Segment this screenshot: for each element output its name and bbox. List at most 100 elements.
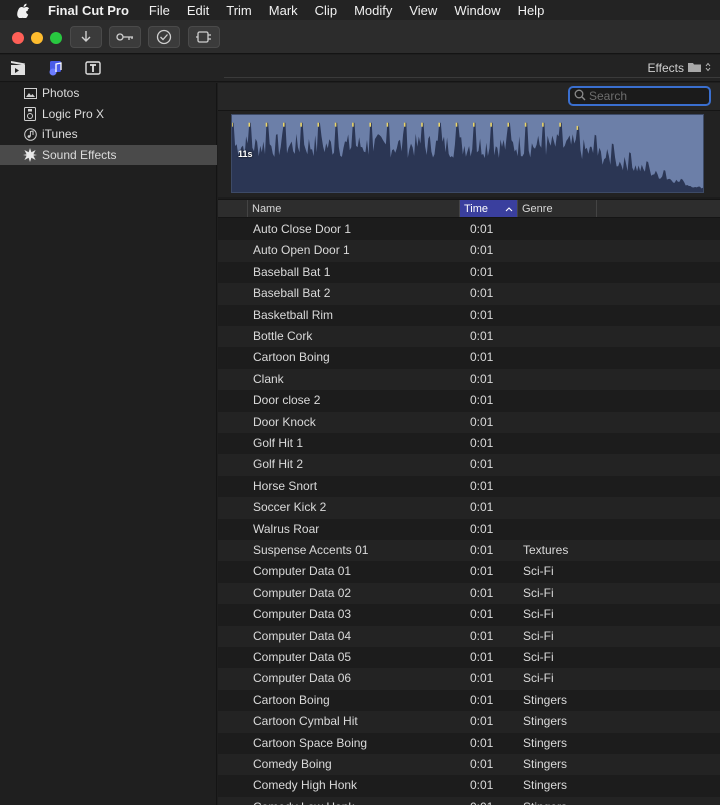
keyword-editor-button[interactable] <box>109 26 141 48</box>
search-field[interactable] <box>568 86 711 106</box>
sidebar-item-logic-pro-x[interactable]: Logic Pro X <box>0 104 217 124</box>
table-row[interactable]: Golf Hit 1 0:01 <box>218 433 720 454</box>
row-name: Cartoon Boing <box>253 350 330 365</box>
table-row[interactable]: Computer Data 03 0:01 Sci-Fi <box>218 604 720 625</box>
menu-modify[interactable]: Modify <box>346 3 401 18</box>
row-time: 0:01 <box>470 564 494 579</box>
close-window-button[interactable] <box>12 32 24 44</box>
column-header-genre-label: Genre <box>522 202 553 215</box>
menu-file[interactable]: File <box>141 3 179 18</box>
column-header-name[interactable]: Name <box>247 200 460 217</box>
table-row[interactable]: Suspense Accents 01 0:01 Textures <box>218 540 720 562</box>
column-header-time[interactable]: Time <box>460 200 518 217</box>
sidebar-item-sound-effects[interactable]: Sound Effects <box>0 144 217 165</box>
table-row[interactable]: Comedy High Honk 0:01 Stingers <box>218 775 720 796</box>
table-row[interactable]: Computer Data 06 0:01 Sci-Fi <box>218 668 720 690</box>
table-row[interactable]: Auto Open Door 1 0:01 <box>218 240 720 262</box>
table-row[interactable]: Door Knock 0:01 <box>218 411 720 433</box>
apple-menu-icon[interactable] <box>0 3 46 18</box>
sidebar-item-label: Sound Effects <box>42 147 117 162</box>
import-icon <box>80 30 92 44</box>
row-time: 0:01 <box>470 264 494 279</box>
row-genre: Stingers <box>523 757 568 771</box>
row-time: 0:01 <box>470 307 494 322</box>
sidebar-item-itunes[interactable]: iTunes <box>0 124 217 144</box>
row-time: 0:01 <box>470 457 494 472</box>
sound-effects-icon <box>23 147 37 162</box>
table-row[interactable]: Cartoon Boing 0:01 <box>218 347 720 368</box>
row-time: 0:01 <box>470 243 494 258</box>
table-row[interactable]: Golf Hit 2 0:01 <box>218 454 720 476</box>
table-row[interactable]: Comedy Low Honk 0:01 Stingers <box>218 796 720 805</box>
zoom-window-button[interactable] <box>50 32 62 44</box>
row-time: 0:01 <box>470 393 494 408</box>
table-row[interactable]: Soccer Kick 2 0:01 <box>218 497 720 519</box>
row-time: 0:01 <box>470 650 494 664</box>
audio-waveform[interactable]: 11s <box>231 114 704 193</box>
column-header-genre[interactable]: Genre <box>518 200 597 217</box>
share-button[interactable] <box>188 26 220 48</box>
menu-edit[interactable]: Edit <box>179 3 218 18</box>
row-name: Door Knock <box>253 414 316 429</box>
menu-view[interactable]: View <box>401 3 446 18</box>
waveform-peak <box>438 122 440 127</box>
row-time: 0:01 <box>470 371 494 386</box>
row-name: Comedy Low Honk <box>253 800 354 805</box>
row-genre: Stingers <box>523 714 568 729</box>
row-time: 0:01 <box>470 671 494 686</box>
table-row[interactable]: Computer Data 02 0:01 Sci-Fi <box>218 582 720 605</box>
row-time: 0:01 <box>470 436 494 450</box>
table-row[interactable]: Basketball Rim 0:01 <box>218 305 720 326</box>
menu-trim[interactable]: Trim <box>218 3 261 18</box>
row-name: Computer Data 06 <box>253 671 352 686</box>
libraries-icon[interactable] <box>8 59 28 77</box>
table-row[interactable]: Comedy Boing 0:01 Stingers <box>218 754 720 776</box>
minimize-window-button[interactable] <box>31 32 43 44</box>
search-bar <box>218 83 720 111</box>
photos-audio-icon[interactable] <box>46 59 66 77</box>
menu-clip[interactable]: Clip <box>307 3 346 18</box>
waveform-peak <box>507 122 510 127</box>
table-row[interactable]: Clank 0:01 <box>218 368 720 391</box>
waveform-fill <box>232 122 703 192</box>
table-row[interactable]: Door close 2 0:01 <box>218 390 720 411</box>
menu-window[interactable]: Window <box>446 3 509 18</box>
table-row[interactable]: Cartoon Space Boing 0:01 Stingers <box>218 733 720 754</box>
table-row[interactable]: Walrus Roar 0:01 <box>218 519 720 540</box>
table-row[interactable]: Cartoon Boing 0:01 Stingers <box>218 690 720 711</box>
table-row[interactable]: Computer Data 04 0:01 Sci-Fi <box>218 625 720 647</box>
sidebar-item-photos[interactable]: Photos <box>0 83 217 103</box>
header-divider <box>224 77 720 78</box>
row-genre: Sci-Fi <box>523 585 554 600</box>
waveform-peak <box>403 122 406 127</box>
table-row[interactable]: Bottle Cork 0:01 <box>218 326 720 348</box>
window-toolbar <box>0 20 720 54</box>
waveform-peak <box>334 122 337 127</box>
import-button[interactable] <box>70 26 102 48</box>
table-row[interactable]: Baseball Bat 1 0:01 <box>218 262 720 283</box>
app-name-menu[interactable]: Final Cut Pro <box>46 3 141 18</box>
row-time: 0:01 <box>470 607 494 622</box>
titles-generators-icon[interactable] <box>83 59 103 77</box>
row-name: Computer Data 04 <box>253 628 352 643</box>
table-row[interactable]: Computer Data 01 0:01 Sci-Fi <box>218 561 720 582</box>
menu-mark[interactable]: Mark <box>261 3 307 18</box>
table-row[interactable]: Horse Snort 0:01 <box>218 476 720 497</box>
row-time: 0:01 <box>470 414 494 429</box>
table-row[interactable]: Computer Data 05 0:01 Sci-Fi <box>218 647 720 668</box>
search-input[interactable] <box>589 89 699 103</box>
waveform-peak <box>283 122 285 127</box>
row-genre: Sci-Fi <box>523 564 554 579</box>
table-row[interactable]: Baseball Bat 2 0:01 <box>218 283 720 305</box>
row-name: Cartoon Boing <box>253 692 330 707</box>
table-row[interactable]: Cartoon Cymbal Hit 0:01 Stingers <box>218 711 720 733</box>
row-time: 0:01 <box>470 735 494 750</box>
waveform-peak <box>317 122 320 127</box>
table-header: Name Time Genre <box>218 199 720 218</box>
effects-menu[interactable]: Effects <box>648 61 711 75</box>
menu-help[interactable]: Help <box>510 3 554 18</box>
table-row[interactable]: Auto Close Door 1 0:01 <box>218 219 720 240</box>
background-tasks-button[interactable] <box>148 26 180 48</box>
row-time: 0:01 <box>470 500 494 515</box>
waveform-peak <box>352 122 354 127</box>
